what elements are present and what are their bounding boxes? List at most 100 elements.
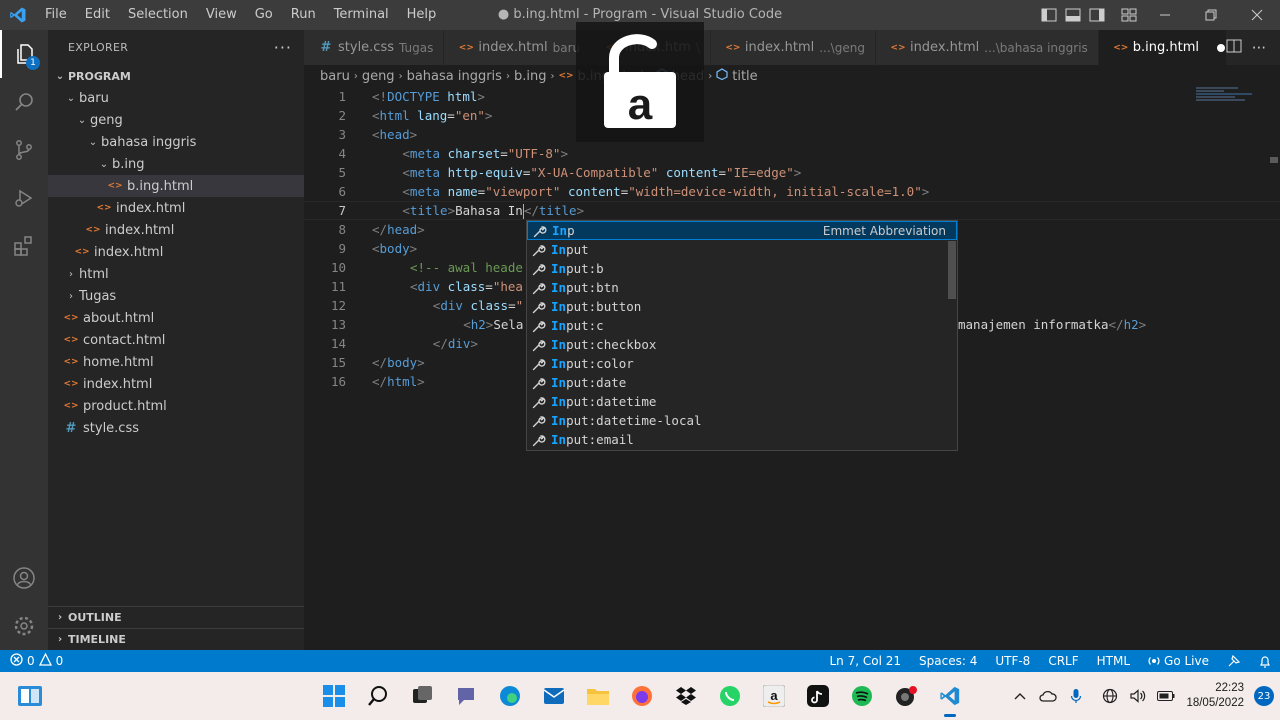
code-line[interactable]: 2 <html lang="en"> <box>304 106 1280 125</box>
editor-scrollbar[interactable] <box>1266 87 1280 650</box>
notifications-bell-icon[interactable] <box>1250 655 1280 668</box>
accounts-icon[interactable] <box>0 554 48 602</box>
dropbox-icon[interactable] <box>664 672 708 720</box>
tiktok-icon[interactable] <box>796 672 840 720</box>
tree-file[interactable]: <> index.html <box>48 197 304 219</box>
encoding[interactable]: UTF-8 <box>986 654 1039 668</box>
microphone-icon[interactable] <box>1062 688 1090 704</box>
language-mode[interactable]: HTML <box>1088 654 1139 668</box>
tree-file[interactable]: <> home.html <box>48 351 304 373</box>
tree-file[interactable]: <> index.html <box>48 373 304 395</box>
editor-tab[interactable]: <> index.html baru <box>444 30 592 65</box>
cloud-icon[interactable] <box>1034 690 1062 702</box>
suggestion-item[interactable]: In put <box>527 240 957 259</box>
tree-file[interactable]: # style.css <box>48 417 304 439</box>
menu-selection[interactable]: Selection <box>119 0 197 30</box>
suggestion-item[interactable]: In put:datetime-local <box>527 411 957 430</box>
restore-icon[interactable] <box>1188 0 1234 30</box>
vscode-taskbar-icon[interactable] <box>928 672 972 720</box>
menu-view[interactable]: View <box>197 0 246 30</box>
breadcrumb-item[interactable]: geng <box>362 69 395 84</box>
extensions-icon[interactable] <box>0 222 48 270</box>
timeline-section[interactable]: › TIMELINE <box>48 628 304 650</box>
suggestion-item[interactable]: In put:b <box>527 259 957 278</box>
minimize-icon[interactable] <box>1142 0 1188 30</box>
task-view-icon[interactable] <box>400 672 444 720</box>
firefox-icon[interactable] <box>620 672 664 720</box>
menu-run[interactable]: Run <box>282 0 325 30</box>
suggestion-item[interactable]: In put:checkbox <box>527 335 957 354</box>
breadcrumb-item[interactable]: title <box>732 69 757 84</box>
menu-edit[interactable]: Edit <box>76 0 119 30</box>
unsaved-dot-icon[interactable] <box>1217 43 1226 52</box>
tree-folder[interactable]: ⌄ b.ing <box>48 153 304 175</box>
scrollbar-thumb[interactable] <box>1270 157 1278 163</box>
more-actions-icon[interactable]: ··· <box>1252 39 1266 57</box>
toggle-secondary-sidebar-icon[interactable] <box>1086 0 1108 30</box>
editor-tab[interactable]: <> index.html ...\bahasa inggris <box>875 30 1099 65</box>
obs-studio-icon[interactable] <box>884 672 928 720</box>
file-explorer-icon[interactable] <box>576 672 620 720</box>
breadcrumb-item[interactable]: b.ing <box>514 69 547 84</box>
menu-go[interactable]: Go <box>246 0 282 30</box>
breadcrumb-item[interactable]: baru <box>320 69 350 84</box>
mail-icon[interactable] <box>532 672 576 720</box>
volume-icon[interactable] <box>1124 689 1152 703</box>
tree-file[interactable]: <> product.html <box>48 395 304 417</box>
spotify-icon[interactable] <box>840 672 884 720</box>
feedback-icon[interactable] <box>1218 654 1250 668</box>
tree-folder[interactable]: ⌄ geng <box>48 109 304 131</box>
suggestion-item[interactable]: In put:datetime <box>527 392 957 411</box>
explorer-icon[interactable]: 1 <box>0 30 48 78</box>
cursor-position[interactable]: Ln 7, Col 21 <box>821 654 911 668</box>
editor-tab[interactable]: # style.css Tugas <box>304 30 445 65</box>
search-icon[interactable] <box>356 672 400 720</box>
more-actions-icon[interactable]: ··· <box>274 38 292 57</box>
code-line[interactable]: 7 <title>Bahasa In</title> <box>304 201 1280 220</box>
settings-gear-icon[interactable] <box>0 602 48 650</box>
split-editor-icon[interactable] <box>1226 39 1242 57</box>
problems-status[interactable]: 0 0 <box>0 652 63 669</box>
menu-terminal[interactable]: Terminal <box>325 0 398 30</box>
tree-file[interactable]: <> b.ing.html <box>48 175 304 197</box>
desktop-widget-icon[interactable] <box>8 672 52 720</box>
outline-section[interactable]: › OUTLINE <box>48 606 304 628</box>
editor-tab[interactable]: <> index.html ...\geng <box>710 30 876 65</box>
workspace-root[interactable]: ⌄ PROGRAM <box>48 65 304 87</box>
start-windows-icon[interactable] <box>312 672 356 720</box>
edge-browser-icon[interactable] <box>488 672 532 720</box>
tree-folder[interactable]: ⌄ baru <box>48 87 304 109</box>
close-icon[interactable] <box>1234 0 1280 30</box>
customize-layout-icon[interactable] <box>1118 0 1140 30</box>
whatsapp-icon[interactable] <box>708 672 752 720</box>
suggestion-item[interactable]: In put:btn <box>527 278 957 297</box>
tree-folder[interactable]: › Tugas <box>48 285 304 307</box>
suggestion-item[interactable]: In put:button <box>527 297 957 316</box>
indentation[interactable]: Spaces: 4 <box>910 654 986 668</box>
suggestion-item[interactable]: In put:c <box>527 316 957 335</box>
suggestion-item[interactable]: In put:date <box>527 373 957 392</box>
menu-help[interactable]: Help <box>398 0 446 30</box>
tree-file[interactable]: <> contact.html <box>48 329 304 351</box>
tree-folder[interactable]: › html <box>48 263 304 285</box>
menu-file[interactable]: File <box>36 0 76 30</box>
code-line[interactable]: 3 <head> <box>304 125 1280 144</box>
run-debug-icon[interactable] <box>0 174 48 222</box>
tree-file[interactable]: <> index.html <box>48 241 304 263</box>
tree-folder[interactable]: ⌄ bahasa inggris <box>48 131 304 153</box>
code-line[interactable]: 5 <meta http-equiv="X-UA-Compatible" cont… <box>304 163 1280 182</box>
toggle-primary-sidebar-icon[interactable] <box>1038 0 1060 30</box>
tree-file[interactable]: <> index.html <box>48 219 304 241</box>
editor-tab[interactable]: <> b.ing.html <box>1098 30 1237 65</box>
toggle-panel-icon[interactable] <box>1062 0 1084 30</box>
chevron-up-icon[interactable] <box>1006 692 1034 700</box>
suggestion-item[interactable]: In put:email <box>527 430 957 449</box>
teams-chat-icon[interactable] <box>444 672 488 720</box>
code-line[interactable]: 1 <!DOCTYPE html> <box>304 87 1280 106</box>
code-line[interactable]: 4 <meta charset="UTF-8"> <box>304 144 1280 163</box>
suggestion-item[interactable]: In put:color <box>527 354 957 373</box>
tree-file[interactable]: <> about.html <box>48 307 304 329</box>
search-icon[interactable] <box>0 78 48 126</box>
clock[interactable]: 22:23 18/05/2022 <box>1180 681 1250 711</box>
battery-icon[interactable] <box>1152 691 1180 701</box>
